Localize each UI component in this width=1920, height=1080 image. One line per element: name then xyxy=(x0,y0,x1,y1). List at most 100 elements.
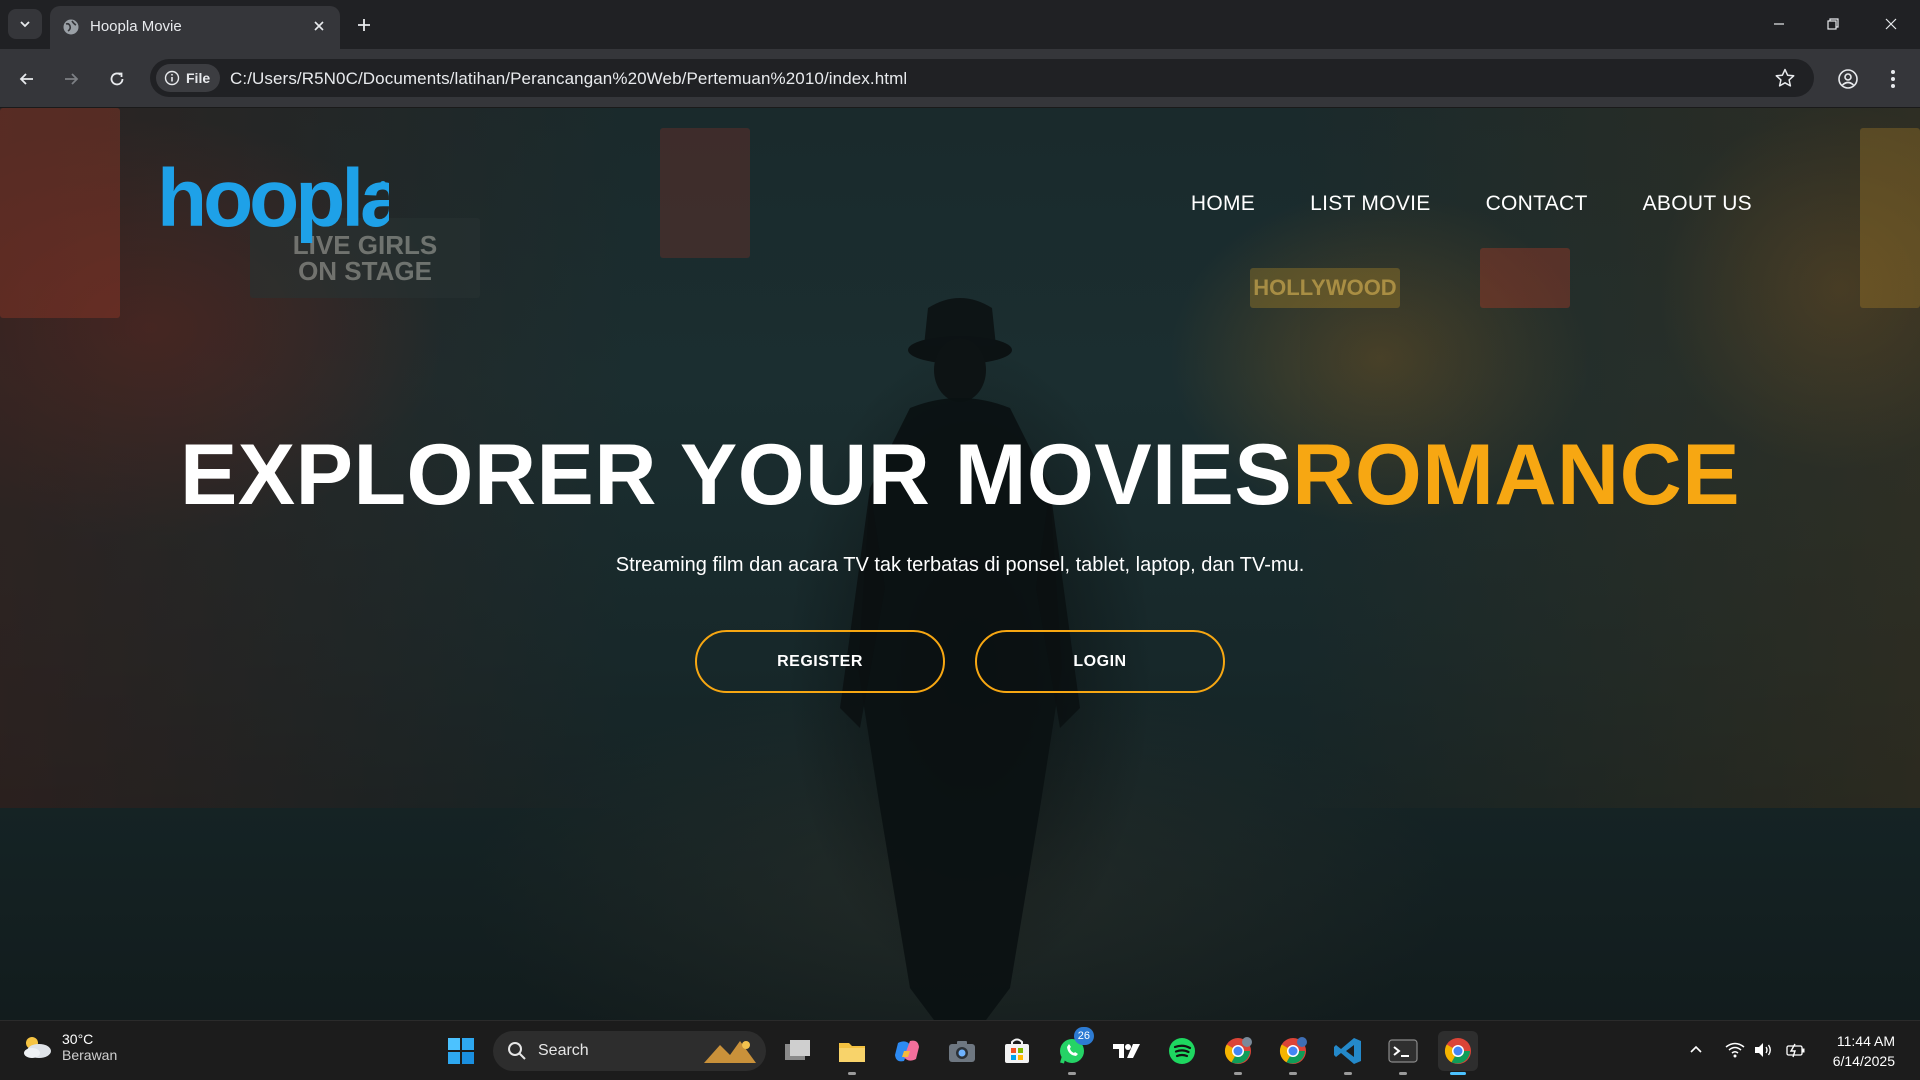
running-indicator xyxy=(1068,1072,1076,1075)
clock-date: 6/14/2025 xyxy=(1832,1053,1895,1069)
wifi-icon xyxy=(1725,1042,1745,1058)
taskbar-chrome-profile-1[interactable] xyxy=(1218,1031,1258,1075)
camera-icon xyxy=(949,1041,975,1062)
start-button[interactable] xyxy=(441,1031,481,1071)
copilot-icon xyxy=(895,1040,919,1062)
taskbar-chrome-profile-2[interactable] xyxy=(1273,1031,1313,1075)
more-vertical-icon xyxy=(1891,70,1895,88)
running-indicator xyxy=(848,1072,856,1075)
nav-contact-link[interactable]: CONTACT xyxy=(1486,192,1588,216)
hero-headline-main: EXPLORER YOUR MOVIES xyxy=(179,427,1293,523)
taskbar-vscode[interactable] xyxy=(1328,1031,1368,1075)
restore-button[interactable] xyxy=(1810,8,1856,40)
running-indicator xyxy=(1234,1072,1242,1075)
new-tab-button[interactable] xyxy=(350,11,378,39)
taskbar-microsoft-store[interactable] xyxy=(997,1031,1037,1071)
clock-time: 11:44 AM xyxy=(1836,1033,1895,1049)
login-button[interactable]: LOGIN xyxy=(975,630,1225,693)
minimize-icon xyxy=(1774,23,1784,25)
back-button[interactable] xyxy=(12,64,42,94)
chrome-icon xyxy=(1444,1038,1471,1064)
taskbar-search-label: Search xyxy=(538,1042,589,1059)
taskbar-chrome-active[interactable] xyxy=(1438,1031,1478,1075)
page-hero: LIVE GIRLS ON STAGE HOLLYWOOD hoopla HOM… xyxy=(0,108,1920,1020)
windows-logo-icon xyxy=(448,1038,474,1064)
hoopla-logo[interactable]: hoopla xyxy=(157,160,389,256)
address-bar[interactable]: File C:/Users/R5N0C/Documents/latihan/Pe… xyxy=(150,59,1814,97)
background-sign xyxy=(0,108,120,318)
taskbar-spotify[interactable] xyxy=(1162,1031,1202,1071)
hero-subheadline: Streaming film dan acara TV tak terbatas… xyxy=(615,554,1305,576)
bookmark-star-icon[interactable] xyxy=(1774,67,1796,89)
folder-icon xyxy=(839,1043,865,1062)
show-hidden-icons-button[interactable] xyxy=(1685,1039,1707,1061)
tab-close-button[interactable] xyxy=(308,15,330,37)
register-button[interactable]: REGISTER xyxy=(695,630,945,693)
notification-badge: 26 xyxy=(1073,1027,1094,1045)
battery-button[interactable] xyxy=(1785,1039,1807,1061)
close-icon xyxy=(314,21,324,31)
taskbar-camera[interactable] xyxy=(942,1031,982,1071)
reload-icon xyxy=(110,72,124,86)
speaker-icon xyxy=(1755,1043,1771,1057)
hero-headline-accent: ROMANCE xyxy=(1292,427,1741,523)
windows-taskbar: 30°C Berawan Search 26 11:44 AM 6/14/202… xyxy=(0,1020,1920,1080)
battery-charging-icon xyxy=(1786,1043,1805,1058)
background-sign xyxy=(1480,248,1570,308)
running-indicator xyxy=(1344,1072,1352,1075)
nav-about-us-link[interactable]: ABOUT US xyxy=(1643,192,1752,216)
hero-headline: EXPLORER YOUR MOVIESROMANCE xyxy=(0,426,1920,525)
browser-menu-button[interactable] xyxy=(1878,63,1908,95)
restore-icon xyxy=(1827,18,1839,30)
search-icon xyxy=(508,1042,526,1060)
task-view-button[interactable] xyxy=(778,1031,818,1071)
terminal-icon xyxy=(1388,1039,1418,1063)
info-icon xyxy=(164,70,180,86)
taskbar-whatsapp[interactable]: 26 xyxy=(1052,1027,1094,1075)
reload-button[interactable] xyxy=(102,64,132,94)
minimize-button[interactable] xyxy=(1756,8,1802,40)
taskbar-clock[interactable]: 11:44 AM 6/14/2025 xyxy=(1833,1031,1895,1071)
background-sign xyxy=(1860,128,1920,308)
vscode-icon xyxy=(1334,1038,1361,1064)
globe-icon xyxy=(63,19,79,35)
nav-list-movie-link[interactable]: LIST MOVIE xyxy=(1310,192,1430,216)
chevron-down-icon xyxy=(20,21,30,28)
arrow-left-icon xyxy=(19,73,33,85)
taskbar-copilot[interactable] xyxy=(887,1031,927,1071)
tab-search-button[interactable] xyxy=(8,9,42,39)
chrome-icon xyxy=(1224,1037,1252,1064)
tradingview-icon xyxy=(1113,1044,1140,1058)
network-button[interactable] xyxy=(1724,1039,1746,1061)
account-icon xyxy=(1838,69,1858,89)
volume-button[interactable] xyxy=(1752,1039,1774,1061)
close-window-button[interactable] xyxy=(1868,8,1914,40)
weather-temperature: 30°C xyxy=(62,1031,94,1047)
cloudy-weather-icon xyxy=(24,1037,51,1058)
nav-home-link[interactable]: HOME xyxy=(1191,192,1255,216)
taskbar-search-box[interactable]: Search xyxy=(493,1031,766,1071)
spotify-icon xyxy=(1169,1038,1195,1064)
weather-widget[interactable]: 30°C Berawan xyxy=(20,1031,117,1063)
forward-button[interactable] xyxy=(56,64,86,94)
browser-tab-active[interactable]: Hoopla Movie xyxy=(50,6,340,49)
taskbar-file-explorer[interactable] xyxy=(832,1031,872,1075)
url-text[interactable]: C:/Users/R5N0C/Documents/latihan/Peranca… xyxy=(230,69,907,89)
profile-button[interactable] xyxy=(1832,63,1864,95)
chevron-up-icon xyxy=(1690,1045,1702,1053)
arrow-right-icon xyxy=(65,73,79,85)
running-indicator xyxy=(1399,1072,1407,1075)
running-indicator-active xyxy=(1450,1072,1466,1075)
site-chip-label: File xyxy=(186,70,211,86)
weather-condition: Berawan xyxy=(62,1047,118,1063)
tab-title: Hoopla Movie xyxy=(90,18,182,35)
background-sign xyxy=(660,128,750,258)
task-view-icon xyxy=(785,1040,810,1060)
site-info-chip[interactable]: File xyxy=(156,64,221,92)
close-icon xyxy=(1885,18,1897,30)
svg-text:hoopla: hoopla xyxy=(157,160,389,244)
taskbar-tradingview[interactable] xyxy=(1107,1031,1147,1071)
store-icon xyxy=(1005,1038,1029,1063)
search-highlight-image xyxy=(704,1041,756,1063)
taskbar-terminal[interactable] xyxy=(1383,1031,1423,1075)
